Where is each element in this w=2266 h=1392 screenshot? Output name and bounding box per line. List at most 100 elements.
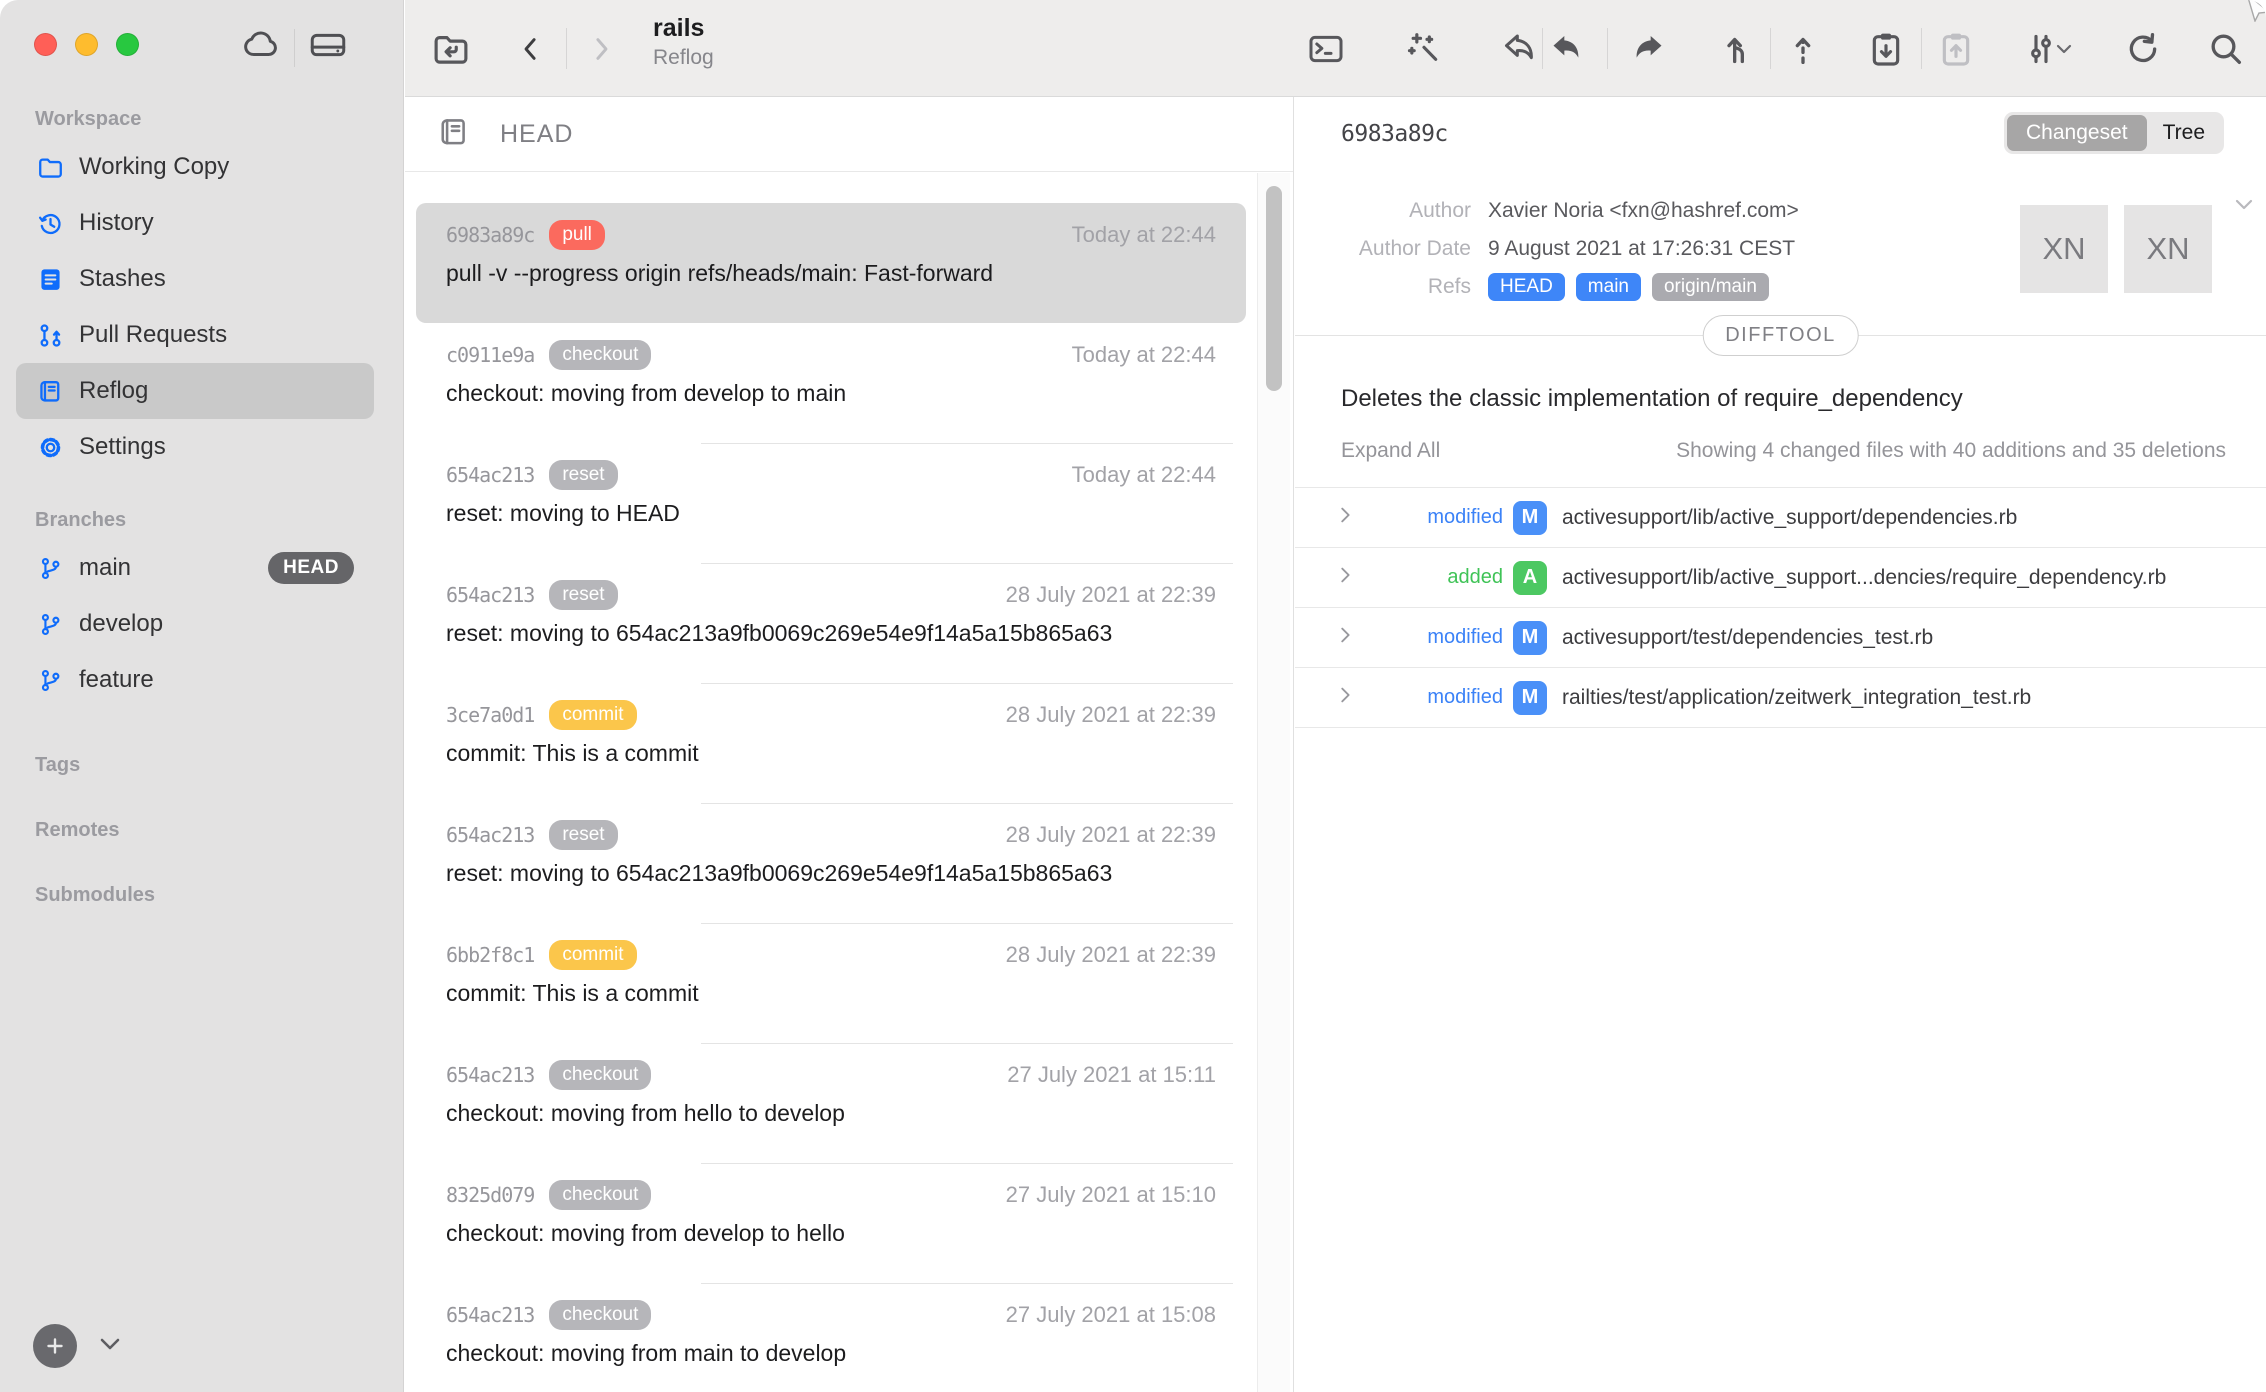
open-working-copy-icon[interactable] <box>423 0 479 97</box>
author-avatar: XN <box>2020 205 2108 293</box>
entry-message: checkout: moving from hello to develop <box>446 1100 1216 1127</box>
author-avatars: XN XN <box>2020 205 2212 293</box>
sidebar-item-pull-requests[interactable]: Pull Requests <box>16 307 374 363</box>
sidebar-item-label: Pull Requests <box>79 321 227 349</box>
sidebar-branch-feature[interactable]: feature <box>16 652 374 708</box>
reflog-entry[interactable]: c0911e9a checkout Today at 22:44 checkou… <box>416 323 1246 443</box>
chevron-right-icon[interactable] <box>1335 565 1361 590</box>
window-controls <box>34 33 139 56</box>
add-repository-button[interactable] <box>33 1324 77 1368</box>
stash-apply-icon[interactable] <box>1928 0 1984 97</box>
magic-wand-icon[interactable] <box>1395 0 1451 97</box>
options-chevron-icon[interactable] <box>2049 0 2079 97</box>
branch-icon <box>35 555 65 582</box>
branch-icon <box>35 667 65 694</box>
sidebar-branch-main[interactable]: main HEAD <box>16 540 374 596</box>
forward-button[interactable] <box>573 0 629 97</box>
zoom-window-button[interactable] <box>116 33 139 56</box>
reflog-action-badge: commit <box>549 700 636 730</box>
sidebar: Workspace Working Copy History Stashes <box>0 0 404 1392</box>
commit-hash: 654ac213 <box>446 823 534 847</box>
scrollbar-track[interactable] <box>1257 173 1290 1392</box>
author-label: Author <box>1339 199 1471 223</box>
chevron-right-icon[interactable] <box>1335 625 1361 650</box>
section-title-workspace: Workspace <box>35 108 403 131</box>
ref-badge: origin/main <box>1652 273 1769 301</box>
changeset-tree-segmented-control: Changeset Tree <box>2004 112 2224 154</box>
ref-badge: main <box>1576 273 1641 301</box>
cloud-icon[interactable] <box>240 24 282 71</box>
section-title-remotes[interactable]: Remotes <box>35 819 403 842</box>
sidebar-item-stashes[interactable]: Stashes <box>16 251 374 307</box>
detail-commit-hash: 6983a89c <box>1341 121 1448 147</box>
section-title-tags[interactable]: Tags <box>35 754 403 777</box>
sidebar-item-label: History <box>79 209 154 237</box>
difftool-button[interactable]: DIFFTOOL <box>1702 315 1859 356</box>
tab-changeset[interactable]: Changeset <box>2007 115 2147 151</box>
sidebar-item-label: Stashes <box>79 265 166 293</box>
sidebar-item-history[interactable]: History <box>16 195 374 251</box>
toolbar-divider <box>566 28 567 69</box>
ref-badge: HEAD <box>1488 273 1565 301</box>
entry-date: 28 July 2021 at 22:39 <box>1006 582 1216 608</box>
book-icon <box>436 114 472 155</box>
commit-hash: 3ce7a0d1 <box>446 703 534 727</box>
commit-hash: 6bb2f8c1 <box>446 943 534 967</box>
terminal-icon[interactable] <box>1298 0 1354 97</box>
file-status-badge: M <box>1513 681 1547 715</box>
refresh-icon[interactable] <box>2115 0 2171 97</box>
reflog-entry[interactable]: 8325d079 checkout 27 July 2021 at 15:10 … <box>416 1163 1246 1283</box>
reflog-entry[interactable]: 654ac213 checkout 27 July 2021 at 15:11 … <box>416 1043 1246 1163</box>
file-row[interactable]: added A activesupport/lib/active_support… <box>1295 548 2266 608</box>
back-button[interactable] <box>503 0 559 97</box>
section-title-submodules[interactable]: Submodules <box>35 884 403 907</box>
expand-all-button[interactable]: Expand All <box>1341 439 1440 463</box>
sidebar-item-working-copy[interactable]: Working Copy <box>16 139 374 195</box>
branch-label: feature <box>79 666 154 694</box>
entry-message: reset: moving to 654ac213a9fb0069c269e54… <box>446 860 1216 887</box>
author-date-label: Author Date <box>1339 237 1471 261</box>
rebase-dashed-up-icon[interactable] <box>1775 0 1831 97</box>
merge-up-icon[interactable] <box>1710 0 1766 97</box>
redo-filled-icon[interactable] <box>1621 0 1677 97</box>
avatar-disclosure-chevron-icon[interactable] <box>2232 197 2256 218</box>
entry-date: Today at 22:44 <box>1072 462 1216 488</box>
app-window: Workspace Working Copy History Stashes <box>0 0 2266 1392</box>
drive-icon[interactable] <box>307 24 349 71</box>
reflog-entry[interactable]: 654ac213 checkout 27 July 2021 at 15:08 … <box>416 1283 1246 1392</box>
file-status: added <box>1361 566 1503 589</box>
entry-message: commit: This is a commit <box>446 740 1216 767</box>
reflog-entry[interactable]: 654ac213 reset 28 July 2021 at 22:39 res… <box>416 563 1246 683</box>
undo-filled-icon[interactable] <box>1538 0 1594 97</box>
reflog-action-badge: commit <box>549 940 636 970</box>
reflog-entry[interactable]: 654ac213 reset Today at 22:44 reset: mov… <box>416 443 1246 563</box>
reflog-entry[interactable]: 654ac213 reset 28 July 2021 at 22:39 res… <box>416 803 1246 923</box>
add-menu-chevron-icon[interactable] <box>99 1337 121 1356</box>
reflog-entry[interactable]: 3ce7a0d1 commit 28 July 2021 at 22:39 co… <box>416 683 1246 803</box>
scrollbar-thumb[interactable] <box>1266 186 1282 391</box>
file-row[interactable]: modified M activesupport/test/dependenci… <box>1295 608 2266 668</box>
reflog-entry[interactable]: 6bb2f8c1 commit 28 July 2021 at 22:39 co… <box>416 923 1246 1043</box>
entry-date: 28 July 2021 at 22:39 <box>1006 942 1216 968</box>
sidebar-item-reflog[interactable]: Reflog <box>16 363 374 419</box>
file-row[interactable]: modified M activesupport/lib/active_supp… <box>1295 488 2266 548</box>
reflog-ref-title: HEAD <box>500 120 573 149</box>
reflog-entry[interactable]: 6983a89c pull Today at 22:44 pull -v --p… <box>416 203 1246 323</box>
file-status-badge: M <box>1513 501 1547 535</box>
entry-date: Today at 22:44 <box>1072 342 1216 368</box>
entry-message: reset: moving to 654ac213a9fb0069c269e54… <box>446 620 1216 647</box>
file-row[interactable]: modified M railties/test/application/zei… <box>1295 668 2266 728</box>
sidebar-item-settings[interactable]: Settings <box>16 419 374 475</box>
sidebar-branch-develop[interactable]: develop <box>16 596 374 652</box>
tab-tree[interactable]: Tree <box>2147 115 2221 151</box>
window-title: rails <box>653 14 714 43</box>
entry-date: 28 July 2021 at 22:39 <box>1006 822 1216 848</box>
stash-save-icon[interactable] <box>1858 0 1914 97</box>
branch-label: main <box>79 554 131 582</box>
chevron-right-icon[interactable] <box>1335 685 1361 710</box>
entry-date: Today at 22:44 <box>1072 222 1216 248</box>
file-status-badge: M <box>1513 621 1547 655</box>
chevron-right-icon[interactable] <box>1335 505 1361 530</box>
close-window-button[interactable] <box>34 33 57 56</box>
minimize-window-button[interactable] <box>75 33 98 56</box>
